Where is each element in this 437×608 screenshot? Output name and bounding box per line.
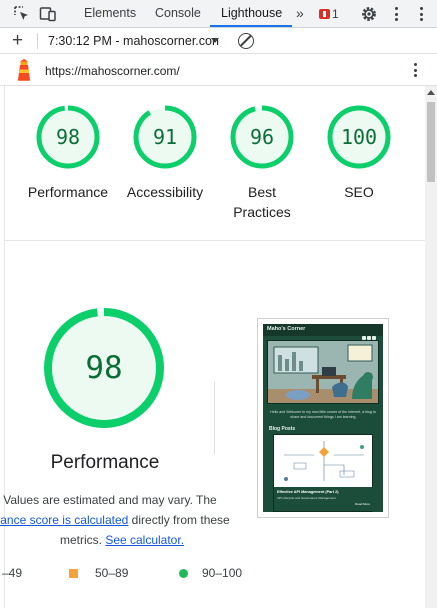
score-calculated-link[interactable]: mance score is calculated: [0, 513, 128, 527]
report-kebab-menu-icon[interactable]: [414, 63, 417, 80]
screenshot-read-more: Read More: [355, 502, 370, 506]
gauge-score: 100: [340, 125, 378, 149]
more-tabs-icon[interactable]: »: [296, 5, 304, 21]
error-badge-icon[interactable]: [319, 9, 330, 19]
note-line-1: Values are estimated and may vary. The: [3, 493, 217, 507]
pass-circle-icon: [179, 569, 188, 578]
performance-big-gauge: 98: [42, 306, 166, 430]
screenshot-site-title: Maho's Corner: [267, 326, 306, 332]
note-line-2: mance score is calculated directly from …: [0, 510, 244, 530]
performance-score: 98: [85, 350, 123, 386]
tab-lighthouse[interactable]: Lighthouse: [221, 0, 282, 28]
screenshot-post-subtitle: API Lifecycle and Governance Management: [277, 496, 336, 500]
screenshot-hero-illustration: [267, 340, 379, 404]
section-divider: [5, 240, 425, 241]
error-count[interactable]: 1: [332, 7, 339, 21]
scroll-up-arrow-icon[interactable]: [427, 90, 435, 95]
devtools-tab-bar: Elements Console Lighthouse » 1: [0, 0, 437, 28]
lighthouse-logo-icon: [18, 59, 30, 81]
active-tab-indicator: [210, 25, 292, 27]
gauge-seo[interactable]: 100: [326, 104, 392, 170]
screenshot-post-footer: Effective API Management (Part 2) API Li…: [274, 487, 374, 511]
report-url-bar: https://mahoscorner.com/: [0, 55, 437, 86]
inspect-element-icon[interactable]: [13, 5, 31, 23]
clear-reports-icon[interactable]: [238, 33, 254, 49]
chevron-down-icon[interactable]: [211, 38, 219, 43]
legend-fail-range: –49: [2, 566, 23, 580]
screenshot-section-title: Blog Posts: [269, 426, 296, 432]
gauge-score: 98: [55, 125, 81, 149]
final-screenshot-thumbnail[interactable]: Maho's Corner Hello and Welcome to my ne…: [257, 318, 389, 518]
scrollbar-thumb[interactable]: [427, 102, 435, 182]
close-panel-kebab-icon[interactable]: [420, 7, 423, 24]
hero-illustration-icon: [268, 341, 378, 403]
tab-console[interactable]: Console: [155, 0, 201, 28]
gauge-label-seo[interactable]: SEO: [304, 182, 414, 202]
screenshot-social-icons: [361, 327, 379, 340]
gauge-label-best-practices[interactable]: Best Practices: [207, 182, 317, 222]
note-line-2-rest: directly from these: [128, 513, 230, 527]
vertical-separator: [214, 382, 215, 454]
performance-title: Performance: [50, 452, 160, 473]
gauge-score: 91: [152, 125, 178, 149]
settings-gear-icon[interactable]: [360, 5, 378, 23]
legend-average-range: 50–89: [95, 566, 129, 580]
see-calculator-link[interactable]: See calculator.: [105, 533, 184, 547]
gauge-performance[interactable]: 98: [35, 104, 101, 170]
screenshot-page: Maho's Corner Hello and Welcome to my ne…: [263, 324, 383, 512]
average-square-icon: [69, 569, 78, 578]
note-line-3: metrics. See calculator.: [0, 530, 244, 550]
lighthouse-toolbar: + 7:30:12 PM - mahoscorner.con: [0, 28, 437, 54]
screenshot-post-card: Effective API Management (Part 2) API Li…: [273, 434, 374, 512]
legend-pass-range: 90–100: [202, 566, 243, 580]
report-content: 98 Performance 91 Accessibility 96 Best …: [0, 86, 425, 608]
report-selector[interactable]: 7:30:12 PM - mahoscorner.con: [48, 34, 219, 48]
gauge-label-accessibility[interactable]: Accessibility: [110, 182, 220, 202]
gauge-label-performance[interactable]: Performance: [13, 182, 123, 202]
post-diagram-icon: [284, 441, 364, 481]
device-toggle-icon[interactable]: [39, 5, 57, 23]
report-url[interactable]: https://mahoscorner.com/: [45, 64, 180, 78]
new-report-button[interactable]: +: [12, 31, 23, 50]
screenshot-header: Maho's Corner: [263, 324, 383, 340]
gauge-score: 96: [249, 125, 275, 149]
gauge-best-practices[interactable]: 96: [229, 104, 295, 170]
gauge-accessibility[interactable]: 91: [132, 104, 198, 170]
toolbar-separator: [37, 33, 38, 49]
performance-note: Values are estimated and may vary. The m…: [0, 490, 244, 550]
screenshot-post-title: Effective API Management (Part 2): [277, 490, 339, 494]
note-line-3-text: metrics.: [59, 533, 106, 547]
tab-elements[interactable]: Elements: [84, 0, 136, 28]
devtools-kebab-menu-icon[interactable]: [395, 7, 398, 24]
screenshot-intro-text: Hello and Welcome to my new little corne…: [270, 410, 376, 419]
